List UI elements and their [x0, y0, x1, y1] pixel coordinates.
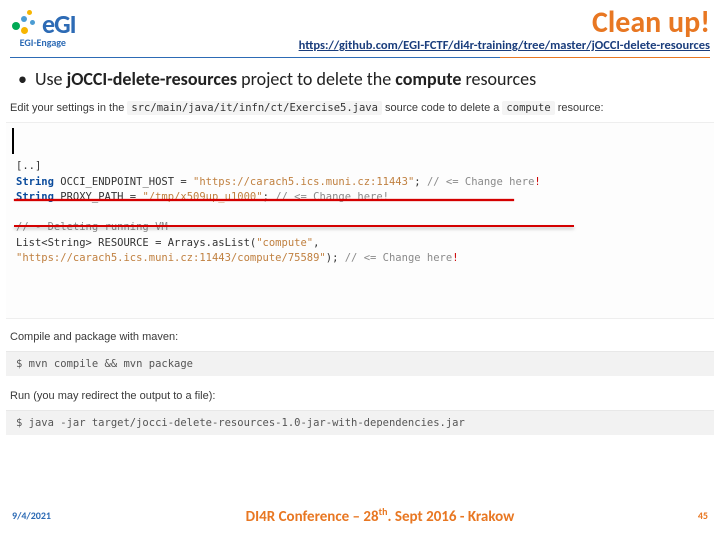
code-l6-str: "compute"	[256, 237, 313, 249]
github-link[interactable]: https://github.com/EGI-FCTF/di4r-trainin…	[84, 38, 710, 53]
instr1-compute-code: compute	[502, 101, 554, 115]
code-l5: // - Deleting running VM	[16, 221, 168, 233]
instr1-path-code: src/main/java/it/infn/ct/Exercise5.java	[127, 101, 382, 115]
code-l3-str: "/tmp/x509up_u1000"	[142, 191, 262, 203]
footer-center-post: . Sept 2016 - Krakow	[387, 508, 514, 526]
bullet-text-pre: Use	[35, 68, 67, 90]
code-l3-d: ;	[263, 191, 276, 203]
code-l2-cm: // <= Change here	[427, 176, 534, 188]
code-l2-d: ;	[414, 176, 427, 188]
code-l2-str: "https://carach5.ics.muni.cz:11443"	[193, 176, 414, 188]
code-l7-chg: !	[452, 252, 458, 264]
red-underline-shadow-icon	[14, 225, 574, 227]
footer-page-number: 45	[678, 509, 708, 522]
footer-center-pre: DI4R Conference – 28	[246, 508, 379, 526]
footer-conference: DI4R Conference – 28th. Sept 2016 - Krak…	[82, 505, 678, 526]
code-l2-kw: String	[16, 176, 54, 188]
footer: 9/4/2021 DI4R Conference – 28th. Sept 20…	[0, 495, 720, 540]
java-code-block: [..] String OCCI_ENDPOINT_HOST = "https:…	[6, 122, 714, 319]
code-l7-cm: // <= Change here	[345, 252, 452, 264]
shell-run: $ java -jar target/jocci-delete-resource…	[6, 410, 714, 435]
code-l2-b: OCCI_ENDPOINT_HOST =	[54, 176, 193, 188]
red-underline-icon	[14, 199, 514, 201]
footer-date: 9/4/2021	[12, 509, 82, 522]
code-l7-b: );	[326, 252, 345, 264]
code-l6-c: ,	[313, 237, 319, 249]
shell-compile: $ mvn compile && mvn package	[6, 351, 714, 376]
text-cursor-icon	[12, 128, 14, 154]
instruction-compile: Compile and package with maven:	[4, 327, 716, 349]
instruction-edit: Edit your settings in the src/main/java/…	[4, 98, 716, 120]
header-divider	[10, 57, 710, 58]
bullet-point: •Use jOCCI-delete-resources project to d…	[0, 64, 720, 98]
code-l7-str: "https://carach5.ics.muni.cz:11443/compu…	[16, 252, 326, 264]
code-l3-cm: // <= Change here!	[275, 191, 389, 203]
code-l3-kw: String	[16, 191, 54, 203]
code-l3-b: PROXY_PATH =	[54, 191, 143, 203]
logo: eGI EGI-Engage	[10, 8, 76, 49]
instr1-pre: Edit your settings in the	[10, 102, 127, 114]
instruction-run: Run (you may redirect the output to a fi…	[4, 386, 716, 408]
logo-dots-icon	[10, 10, 38, 38]
bullet-compute: compute	[395, 68, 461, 90]
bullet-text-mid: project to delete the	[237, 68, 395, 90]
code-l6-a: List<String> RESOURCE = Arrays.asList(	[16, 237, 256, 249]
code-l1: [..]	[16, 160, 41, 172]
code-l2-chg: !	[534, 176, 540, 188]
bullet-text-suffix: resources	[461, 68, 536, 90]
bullet-project-name: jOCCI-delete-resources	[67, 68, 238, 90]
instr1-post: resource:	[555, 102, 604, 114]
slide-title: Clean up!	[84, 8, 710, 38]
instr1-mid: source code to delete a	[382, 102, 502, 114]
